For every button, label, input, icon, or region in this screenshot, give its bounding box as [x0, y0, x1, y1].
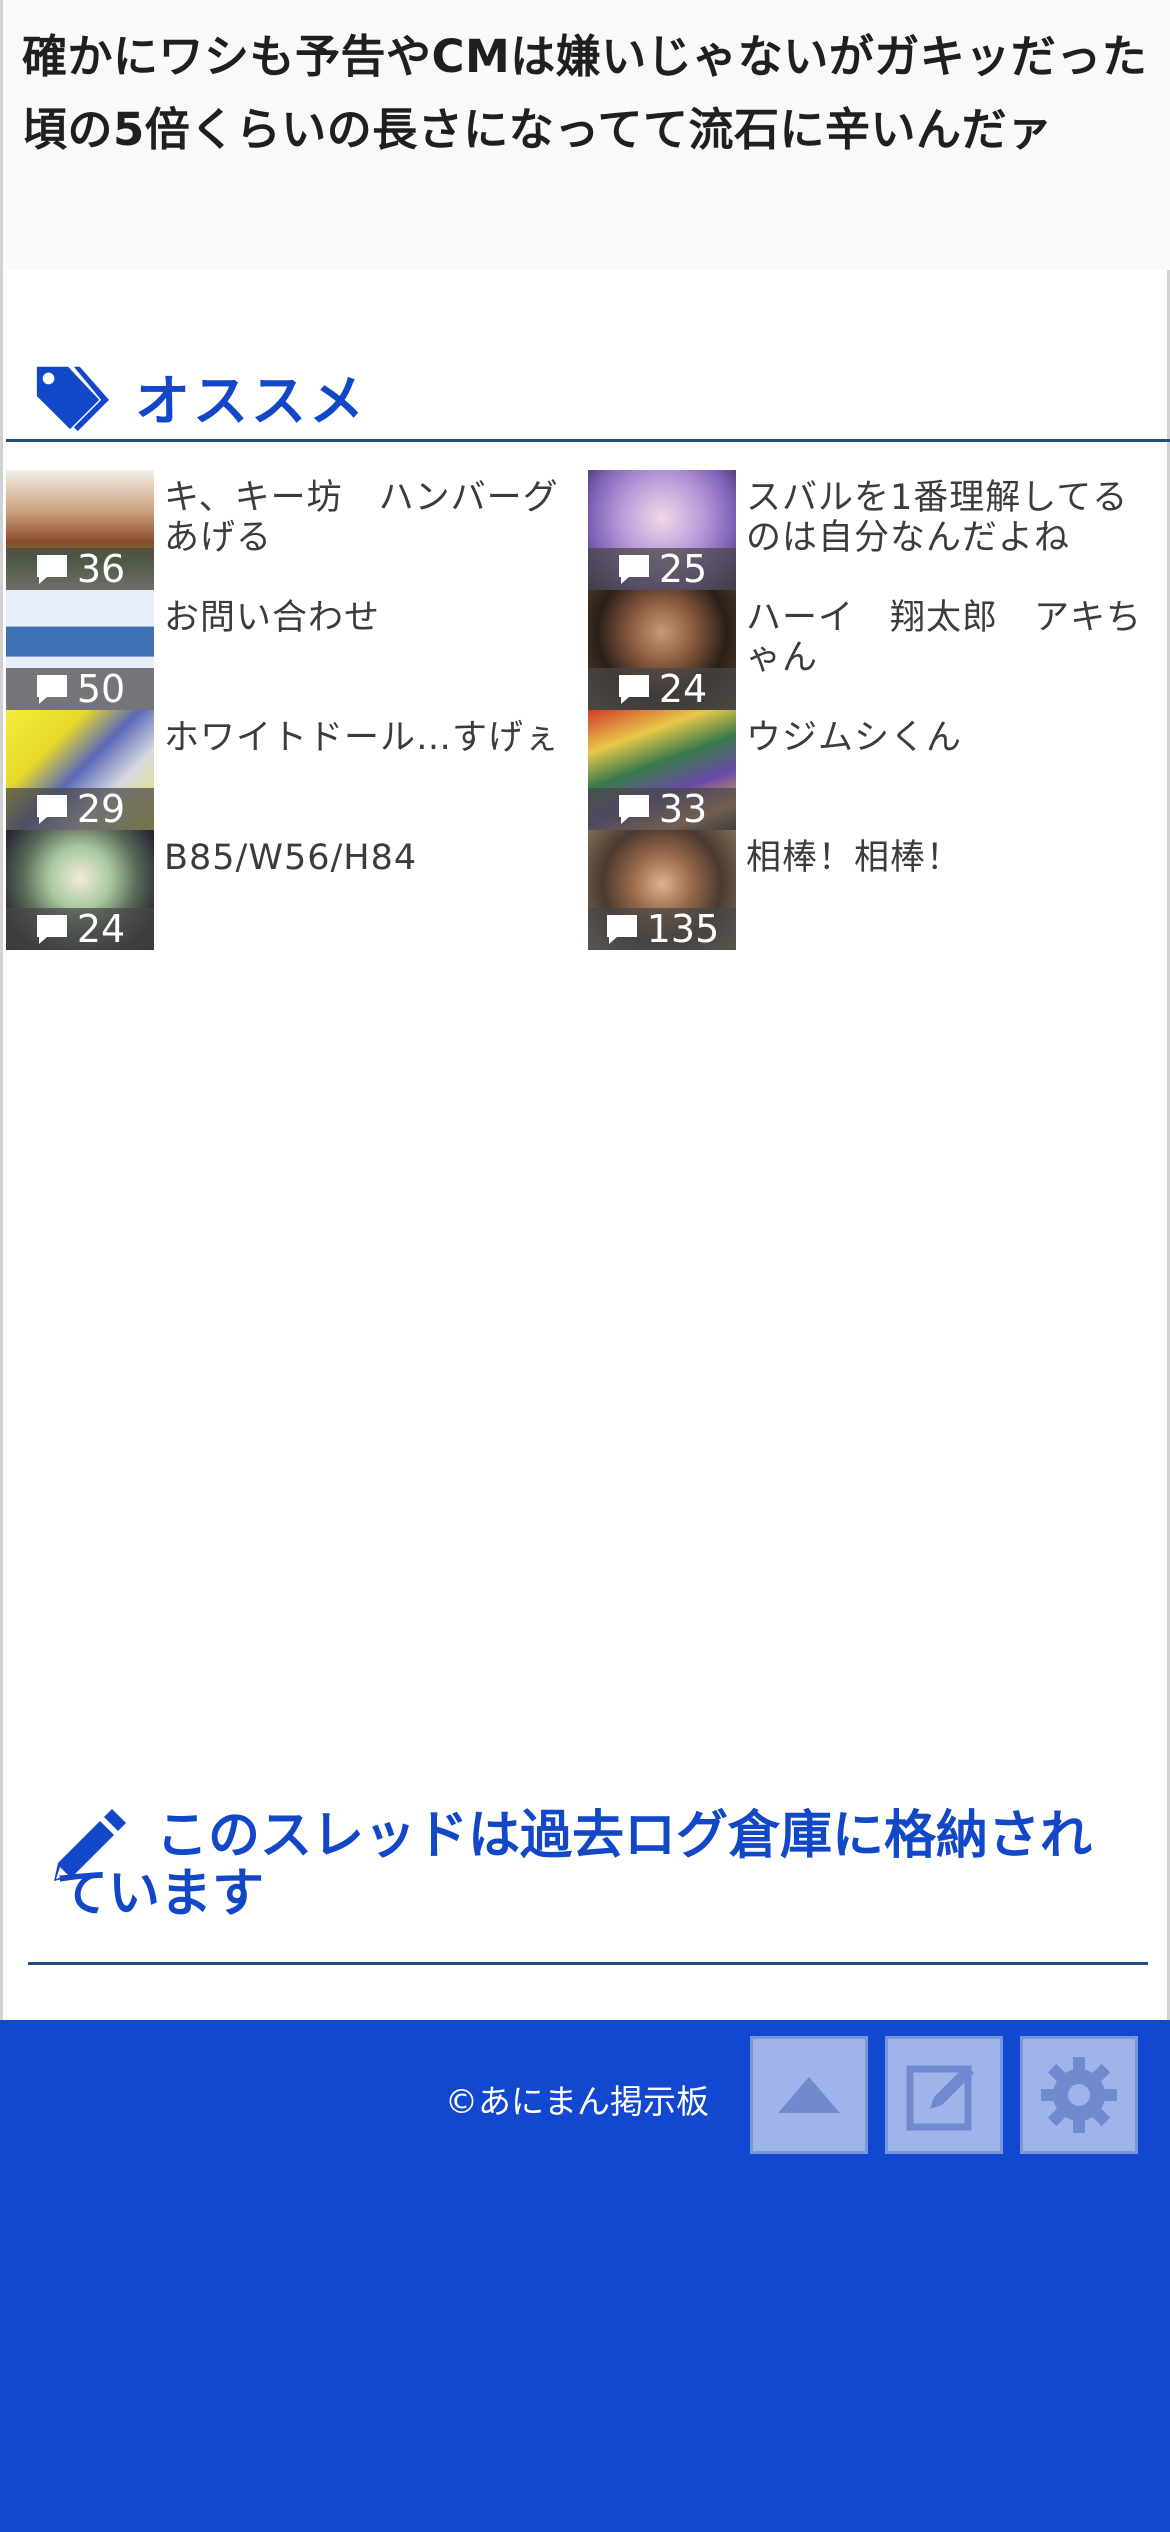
thumbnail[interactable]: 50	[6, 590, 154, 710]
thread-title[interactable]: ウジムシくん	[746, 718, 1156, 758]
edit-icon	[906, 2065, 974, 2131]
comment-count: 29	[76, 787, 126, 830]
thumbnail[interactable]: 33	[588, 710, 736, 830]
list-item[interactable]: 24 ハーイ 翔太郎 アキちゃん	[588, 590, 1168, 710]
thread-title[interactable]: お問い合わせ	[164, 598, 574, 638]
comment-icon	[36, 555, 67, 584]
settings-button[interactable]	[1020, 2036, 1138, 2154]
comment-icon	[36, 915, 67, 944]
comment-icon	[618, 555, 649, 584]
page-body: 確かにワシも予告やCMは嫌いじゃないがガキッだった頃の5倍くらいの長さになってて…	[0, 0, 1170, 2020]
comment-icon	[36, 675, 67, 704]
comment-icon	[606, 915, 637, 944]
thumbnail[interactable]: 24	[588, 590, 736, 710]
thumbnail[interactable]: 135	[588, 830, 736, 950]
comment-icon	[618, 675, 649, 704]
list-item[interactable]: 25 スバルを1番理解してるのは自分なんだよね	[588, 470, 1168, 590]
scroll-top-button[interactable]	[750, 2036, 868, 2154]
list-item[interactable]: 24 B85/W56/H84	[6, 830, 586, 950]
list-item[interactable]: 135 相棒！相棒！	[588, 830, 1168, 950]
archive-notice: このスレッドは過去ログ倉庫に格納されています	[28, 1795, 1148, 1965]
comment-icon	[618, 795, 649, 824]
recommend-title: オススメ	[135, 368, 368, 433]
thread-title[interactable]: スバルを1番理解してるのは自分なんだよね	[746, 478, 1156, 558]
post-body: 確かにワシも予告やCMは嫌いじゃないがガキッだった頃の5倍くらいの長さになってて…	[6, 0, 1170, 270]
thread-title[interactable]: キ、キー坊 ハンバーグあげる	[164, 478, 574, 558]
comment-count: 25	[658, 547, 708, 590]
list-item[interactable]: 33 ウジムシくん	[588, 710, 1168, 830]
gear-icon	[1041, 2057, 1117, 2133]
post-text: 確かにワシも予告やCMは嫌いじゃないがガキッだった頃の5倍くらいの長さになってて…	[22, 30, 1148, 156]
comment-count: 36	[76, 547, 126, 590]
list-item[interactable]: 36 キ、キー坊 ハンバーグあげる	[6, 470, 586, 590]
footer: ©あにまん掲示板	[0, 2020, 1170, 2532]
thread-title[interactable]: ホワイトドール…すげぇ	[164, 718, 574, 758]
list-item[interactable]: 29 ホワイトドール…すげぇ	[6, 710, 586, 830]
write-post-button[interactable]	[885, 2036, 1003, 2154]
triangle-up-icon	[778, 2077, 840, 2113]
comment-count: 24	[76, 907, 126, 950]
comment-count: 50	[76, 667, 126, 710]
thread-title[interactable]: B85/W56/H84	[164, 838, 574, 878]
comment-count: 24	[658, 667, 708, 710]
archive-message: このスレッドは過去ログ倉庫に格納されています	[56, 1806, 1093, 1924]
list-item[interactable]: 50 お問い合わせ	[6, 590, 586, 710]
thread-title[interactable]: 相棒！相棒！	[746, 838, 1156, 878]
thumbnail[interactable]: 24	[6, 830, 154, 950]
recommend-heading: オススメ	[6, 360, 1170, 442]
comment-count: 33	[658, 787, 708, 830]
tag-icon	[36, 366, 109, 431]
thumbnail[interactable]: 36	[6, 470, 154, 590]
copyright: ©あにまん掲示板	[445, 2082, 709, 2121]
thread-title[interactable]: ハーイ 翔太郎 アキちゃん	[746, 598, 1156, 678]
comment-count: 135	[646, 907, 720, 950]
thumbnail[interactable]: 29	[6, 710, 154, 830]
thumbnail[interactable]: 25	[588, 470, 736, 590]
comment-icon	[36, 795, 67, 824]
